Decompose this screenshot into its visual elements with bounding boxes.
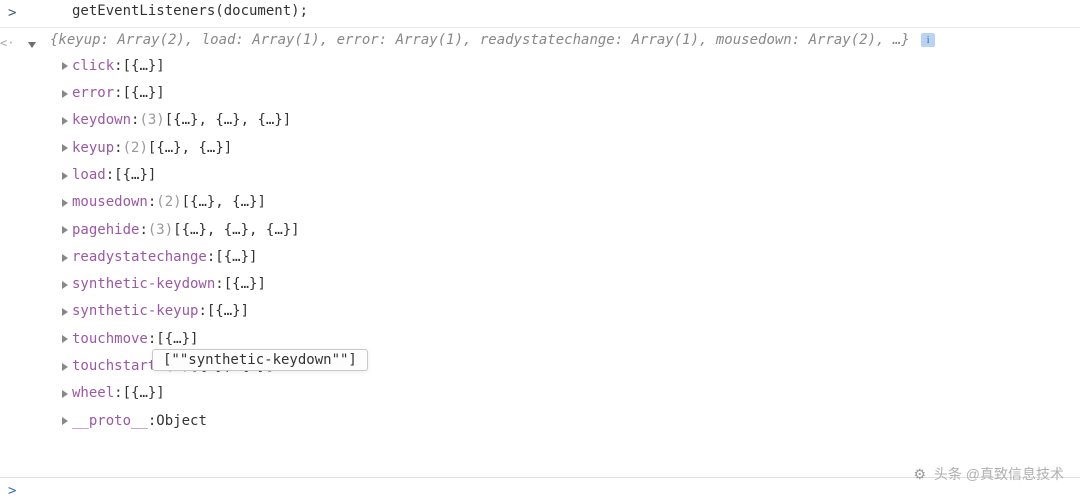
expand-right-icon[interactable] [62, 90, 68, 98]
colon: : [114, 53, 122, 80]
watermark: ⚙ 头条 @真致信息技术 [913, 464, 1064, 484]
colon: : [114, 80, 122, 107]
property-key: wheel [72, 380, 114, 407]
proto-value: Object [156, 408, 207, 435]
array-count: (2) [123, 135, 148, 162]
expand-right-icon[interactable] [62, 417, 68, 425]
property-value: [{…}, {…}] [148, 135, 232, 162]
console-output-line: <· {keyup: Array(2), load: Array(1), err… [0, 27, 1080, 53]
colon: : [131, 107, 139, 134]
property-value: [{…}] [114, 162, 156, 189]
property-value: [{…}, {…}, {…}] [165, 107, 291, 134]
property-row[interactable]: synthetic-keyup: [{…}] [60, 298, 1080, 325]
output-prompt-icon: <· [0, 36, 14, 50]
input-prompt-icon: > [8, 483, 16, 499]
colon: : [148, 189, 156, 216]
property-key: synthetic-keydown [72, 271, 215, 298]
tooltip: [""synthetic-keydown""] [152, 349, 368, 371]
array-count: (2) [156, 189, 181, 216]
property-row[interactable]: keyup: (2) [{…}, {…}] [60, 135, 1080, 162]
property-value: [{…}] [207, 298, 249, 325]
expand-right-icon[interactable] [62, 199, 68, 207]
info-icon[interactable]: i [921, 33, 935, 47]
property-key: load [72, 162, 106, 189]
watermark-logo-icon: ⚙ [913, 466, 926, 483]
property-key: keyup [72, 135, 114, 162]
property-key: touchmove [72, 326, 148, 353]
property-key: pagehide [72, 217, 139, 244]
array-count: (3) [139, 107, 164, 134]
expand-right-icon[interactable] [62, 144, 68, 152]
expand-toggle-icon[interactable] [28, 42, 36, 48]
proto-key: __proto__ [72, 408, 148, 435]
property-row[interactable]: load: [{…}] [60, 162, 1080, 189]
expand-right-icon[interactable] [62, 335, 68, 343]
colon: : [148, 408, 156, 435]
property-key: keydown [72, 107, 131, 134]
property-row[interactable]: synthetic-keydown: [{…}] [60, 271, 1080, 298]
property-value: [{…}] [123, 380, 165, 407]
toggle-cell [28, 32, 46, 53]
property-row[interactable]: error: [{…}] [60, 80, 1080, 107]
property-key: synthetic-keyup [72, 298, 198, 325]
expand-right-icon[interactable] [62, 62, 68, 70]
command-text[interactable]: getEventListeners(document); [36, 0, 1080, 24]
colon: : [114, 380, 122, 407]
summary-value: {keyup: Array(2), load: Array(1), error:… [50, 32, 910, 48]
property-key: click [72, 53, 114, 80]
expand-right-icon[interactable] [62, 172, 68, 180]
property-value: [{…}] [215, 244, 257, 271]
expand-right-icon[interactable] [62, 308, 68, 316]
property-row[interactable]: click: [{…}] [60, 53, 1080, 80]
property-value: [{…}, {…}, {…}] [173, 217, 299, 244]
expand-right-icon[interactable] [62, 117, 68, 125]
summary-text[interactable]: {keyup: Array(2), load: Array(1), error:… [46, 32, 1080, 53]
expand-right-icon[interactable] [62, 390, 68, 398]
property-key: error [72, 80, 114, 107]
output-gutter: <· [0, 32, 28, 53]
input-prompt-icon: > [8, 2, 16, 26]
array-count: (3) [148, 217, 173, 244]
colon: : [139, 217, 147, 244]
property-value: [{…}] [123, 53, 165, 80]
watermark-text: 头条 @真致信息技术 [934, 466, 1064, 482]
property-key: mousedown [72, 189, 148, 216]
property-value: [{…}, {…}] [182, 189, 266, 216]
prompt-gutter: > [8, 0, 36, 26]
colon: : [114, 135, 122, 162]
proto-row[interactable]: __proto__: Object [60, 408, 1080, 435]
console-input-line: > getEventListeners(document); [0, 0, 1080, 26]
expand-right-icon[interactable] [62, 281, 68, 289]
colon: : [106, 162, 114, 189]
expand-right-icon[interactable] [62, 226, 68, 234]
expand-right-icon[interactable] [62, 254, 68, 262]
property-row[interactable]: mousedown: (2) [{…}, {…}] [60, 189, 1080, 216]
property-row[interactable]: pagehide: (3) [{…}, {…}, {…}] [60, 217, 1080, 244]
property-row[interactable]: wheel: [{…}] [60, 380, 1080, 407]
property-key: touchstart [72, 353, 156, 380]
property-row[interactable]: keydown: (3) [{…}, {…}, {…}] [60, 107, 1080, 134]
property-value: [{…}] [224, 271, 266, 298]
colon: : [207, 244, 215, 271]
property-list: click: [{…}]error: [{…}]keydown: (3) [{…… [0, 53, 1080, 435]
property-row[interactable]: readystatechange: [{…}] [60, 244, 1080, 271]
property-key: readystatechange [72, 244, 207, 271]
expand-right-icon[interactable] [62, 363, 68, 371]
colon: : [198, 298, 206, 325]
colon: : [215, 271, 223, 298]
property-value: [{…}] [123, 80, 165, 107]
